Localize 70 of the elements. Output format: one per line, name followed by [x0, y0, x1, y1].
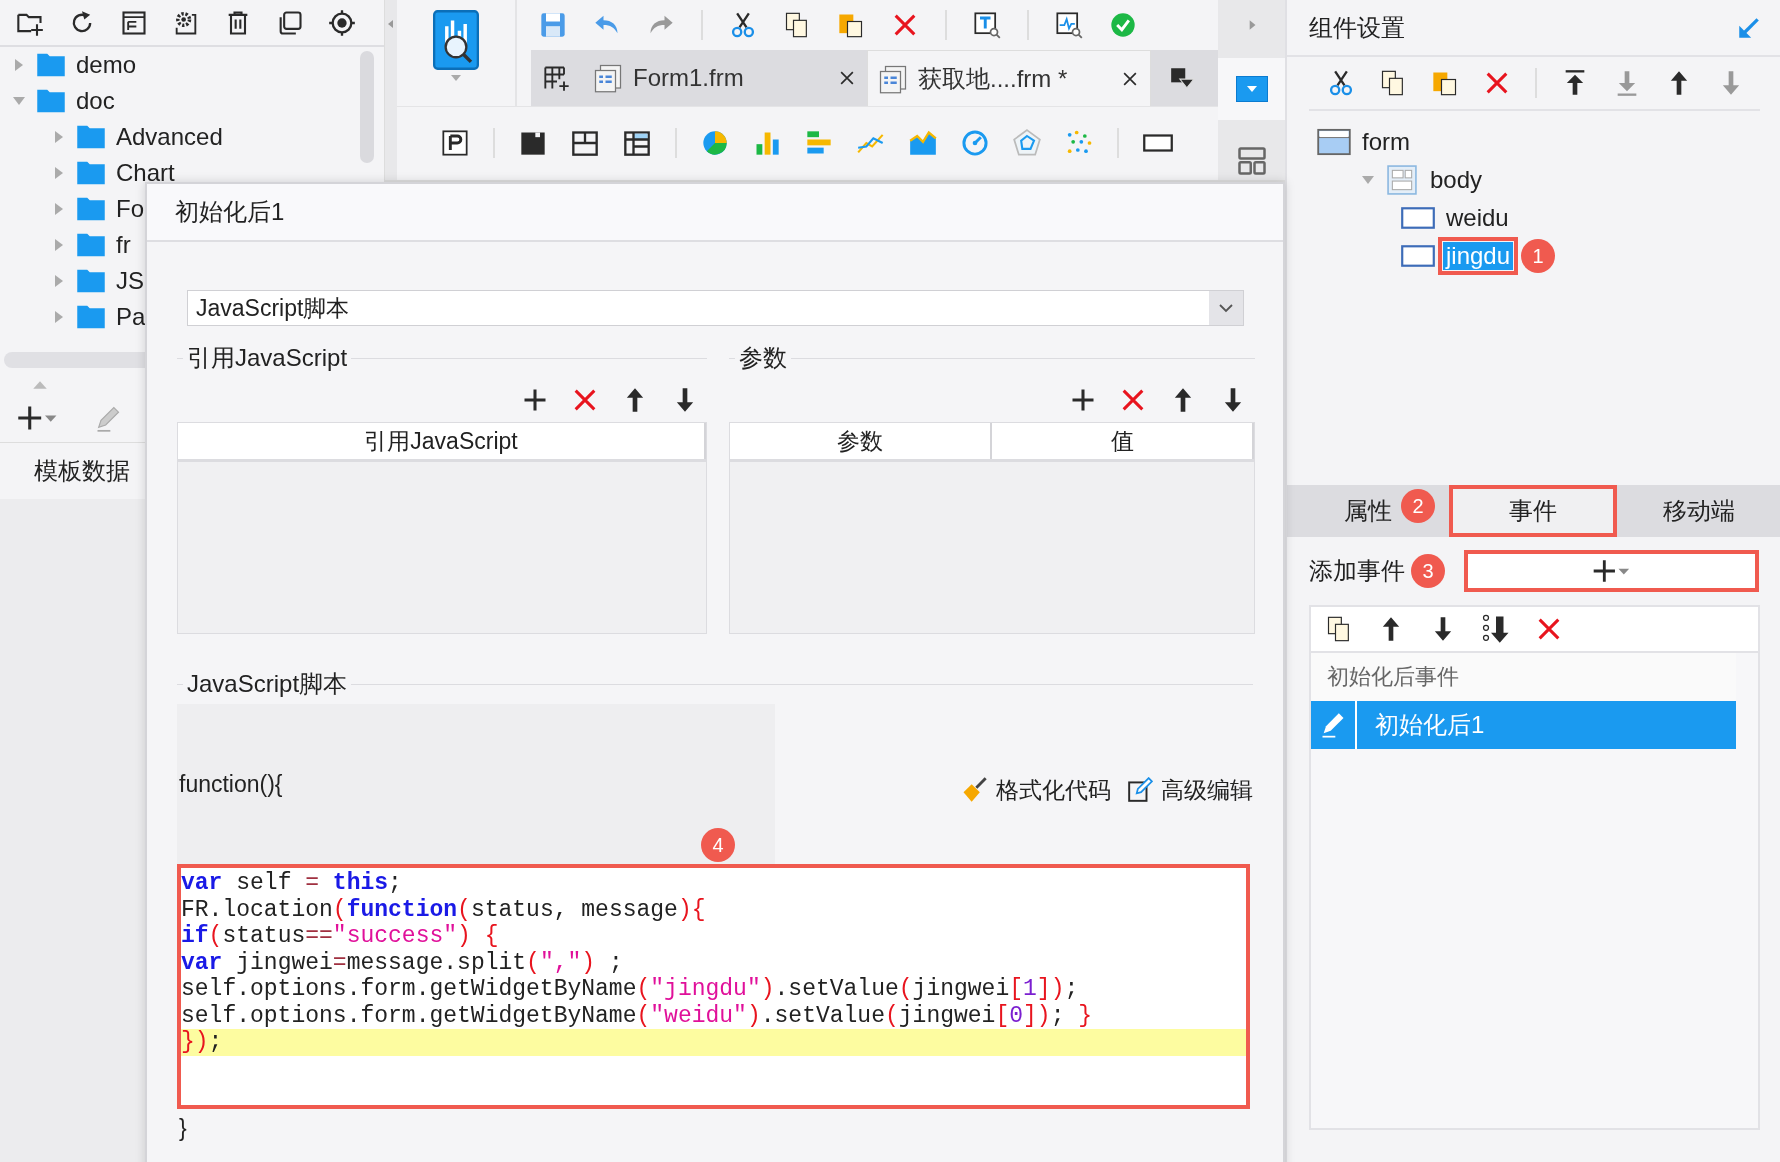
panel-tab[interactable]: 事件	[1449, 485, 1617, 537]
tree-item[interactable]: JS	[116, 267, 144, 295]
split-layout-icon[interactable]	[571, 129, 599, 157]
layout-icon	[1385, 165, 1419, 195]
edit-icon	[1127, 777, 1153, 803]
add-dropdown-icon[interactable]	[18, 404, 58, 432]
gauge-icon[interactable]	[961, 129, 989, 157]
section-title: 参数	[739, 343, 787, 373]
panel-title: 组件设置	[1309, 12, 1405, 43]
document-icon	[878, 63, 908, 94]
move-to-bottom-icon[interactable]	[1481, 614, 1511, 644]
check-icon[interactable]	[1109, 11, 1137, 39]
tree-item[interactable]: doc	[76, 87, 115, 115]
text-search-icon[interactable]	[973, 11, 1001, 39]
section-title: 引用JavaScript	[187, 343, 348, 373]
dropdown-menu-icon[interactable]	[1169, 65, 1195, 91]
code-line: var jingwei=message.split(",") ;	[181, 949, 624, 976]
column-header[interactable]: 值	[992, 423, 1254, 459]
document-icon	[593, 63, 623, 93]
layout-icon[interactable]	[1236, 146, 1267, 176]
tree-item[interactable]: weidu	[1443, 204, 1512, 232]
code-line: self.options.form.getWidgetByName("jingdu").setValue(jingwei[1]);	[181, 976, 1080, 1003]
horizontal-bar-chart-icon[interactable]	[805, 129, 833, 157]
tree-item[interactable]: fr	[116, 231, 131, 259]
scrollbar[interactable]	[360, 51, 374, 163]
code-editor[interactable]	[177, 864, 1250, 1109]
preview-search-icon[interactable]	[433, 10, 479, 70]
step-badge: 1	[1521, 239, 1556, 273]
code-header: function(){	[179, 770, 283, 798]
format-code-button[interactable]: 格式化代码	[960, 774, 1111, 806]
cut-icon[interactable]	[729, 11, 757, 39]
radar-chart-icon[interactable]	[1013, 129, 1041, 157]
cut-icon[interactable]	[1327, 69, 1355, 97]
editor-tab[interactable]: 获取地....frm *	[867, 50, 1151, 106]
dialog-title: 初始化后1	[175, 197, 285, 227]
code-footer: }	[177, 1109, 1253, 1142]
code-line: if(status=="success") {	[181, 923, 500, 950]
tree-item[interactable]: Pa	[116, 303, 146, 331]
type-dropdown[interactable]: JavaScript脚本	[187, 290, 1244, 326]
tree-item[interactable]: form	[1359, 128, 1413, 156]
code-line: FR.location(function(status, message){	[181, 896, 707, 923]
code-line: self.options.form.getWidgetByName("weidu").setValue(jingwei[0]); }	[181, 1002, 1094, 1029]
tree-item[interactable]: demo	[76, 51, 137, 79]
target-icon[interactable]	[328, 8, 356, 37]
caret-icon[interactable]	[1218, 303, 1234, 313]
parameter-icon[interactable]	[441, 129, 469, 157]
dropdown-button[interactable]	[1235, 76, 1268, 102]
tree-item[interactable]: body	[1427, 166, 1486, 194]
grid-add-icon[interactable]	[543, 64, 571, 92]
add-dropdown-icon[interactable]	[1592, 558, 1631, 584]
caret-icon	[1245, 85, 1258, 93]
panel-tab[interactable]: 移动端	[1617, 485, 1780, 537]
add-event-label: 添加事件	[1309, 556, 1405, 586]
step-badge: 4	[701, 828, 735, 862]
window-icon[interactable]	[120, 8, 148, 37]
window-icon	[1317, 127, 1351, 157]
tree-item[interactable]: Fo	[116, 195, 144, 223]
chart-search-icon[interactable]	[1055, 11, 1083, 39]
save-icon[interactable]	[539, 11, 567, 39]
column-header[interactable]: 参数	[730, 423, 992, 459]
section-title: JavaScript脚本	[187, 669, 348, 699]
panel-tab[interactable]: 模板数据	[34, 455, 130, 487]
code-line: var self = this;	[181, 870, 403, 897]
step-badge: 3	[1411, 554, 1445, 588]
table-icon[interactable]	[623, 129, 651, 157]
step-badge: 2	[1401, 489, 1435, 523]
tree-item[interactable]: Advanced	[116, 123, 223, 151]
pie-chart-icon[interactable]	[701, 129, 729, 157]
area-chart-icon[interactable]	[909, 129, 937, 157]
advanced-edit-button[interactable]: 高级编辑	[1127, 774, 1253, 806]
